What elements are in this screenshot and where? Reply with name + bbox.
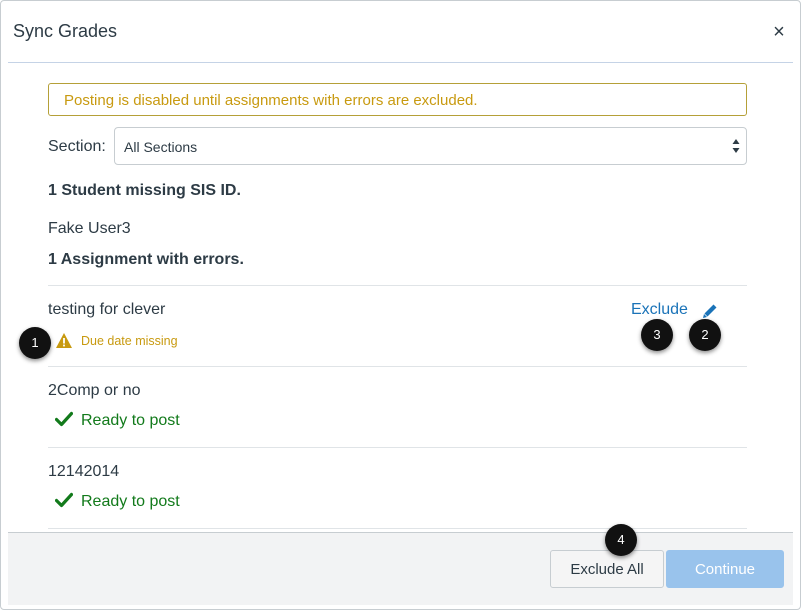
dialog-header: Sync Grades × xyxy=(1,1,800,63)
section-selected-value: All Sections xyxy=(124,139,198,155)
assignment-status-ready: Ready to post xyxy=(54,492,180,511)
divider xyxy=(48,285,747,286)
exclude-link[interactable]: Exclude xyxy=(631,301,688,319)
continue-button[interactable]: Continue xyxy=(666,550,784,588)
callout-1: 1 xyxy=(19,327,51,359)
callout-2: 2 xyxy=(689,319,721,351)
ready-label: Ready to post xyxy=(81,412,180,429)
banner-message: Posting is disabled until assignments wi… xyxy=(64,92,478,109)
checkmark-icon xyxy=(54,411,74,427)
dialog-footer: Exclude All Continue xyxy=(8,532,793,605)
checkmark-icon xyxy=(54,492,74,508)
exclude-all-button[interactable]: Exclude All xyxy=(550,550,664,588)
close-icon[interactable]: × xyxy=(770,22,788,42)
ready-label: Ready to post xyxy=(81,493,180,510)
divider xyxy=(48,528,747,529)
assignments-errors-heading: 1 Assignment with errors. xyxy=(48,251,244,268)
assignment-name: 2Comp or no xyxy=(48,382,141,399)
divider xyxy=(48,447,747,448)
assignment-status-warning: Due date missing xyxy=(81,334,178,348)
dialog-title: Sync Grades xyxy=(13,21,118,41)
header-divider xyxy=(8,62,793,63)
assignment-name: testing for clever xyxy=(48,301,166,318)
callout-3: 3 xyxy=(641,319,673,351)
pencil-icon[interactable] xyxy=(702,303,718,319)
assignment-name: 12142014 xyxy=(48,463,120,480)
students-missing-heading: 1 Student missing SIS ID. xyxy=(48,182,241,199)
sync-grades-dialog: Sync Grades × Posting is disabled until … xyxy=(0,0,801,610)
section-select[interactable]: All Sections xyxy=(114,127,747,165)
callout-4: 4 xyxy=(605,524,637,556)
warning-banner: Posting is disabled until assignments wi… xyxy=(48,83,747,116)
section-label: Section: xyxy=(48,138,106,155)
divider xyxy=(48,366,747,367)
warning-icon xyxy=(55,332,73,349)
updown-arrows-icon xyxy=(732,137,740,155)
student-name: Fake User3 xyxy=(48,220,131,237)
assignment-status-ready: Ready to post xyxy=(54,411,180,430)
